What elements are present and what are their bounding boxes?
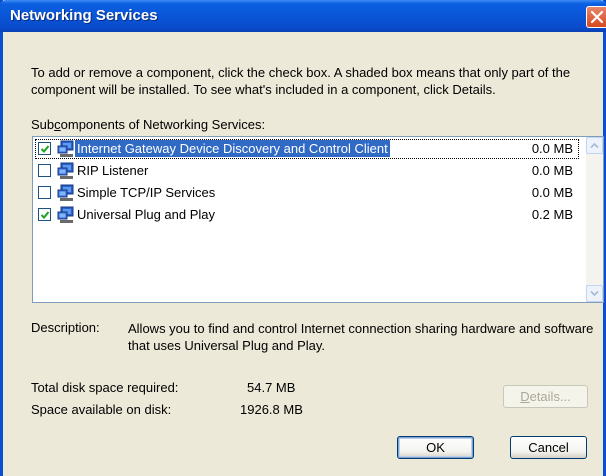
cancel-button[interactable]: Cancel: [510, 436, 587, 459]
list-item[interactable]: Universal Plug and Play 0.2 MB: [35, 205, 579, 225]
disk-available-value: 1926.8 MB: [240, 402, 303, 417]
component-name: Universal Plug and Play: [77, 207, 216, 222]
network-computer-icon: [57, 206, 75, 227]
description-label: Description:: [31, 320, 100, 335]
networking-services-dialog: Networking Services To add or remove a c…: [0, 0, 606, 476]
list-item[interactable]: Internet Gateway Device Discovery and Co…: [35, 139, 579, 159]
close-icon: [591, 11, 603, 23]
component-name: Simple TCP/IP Services: [77, 185, 216, 200]
network-computer-icon: [57, 162, 75, 183]
component-name: Internet Gateway Device Discovery and Co…: [75, 140, 390, 157]
instructions-text: To add or remove a component, click the …: [31, 65, 571, 97]
component-size: 0.0 MB: [531, 163, 573, 178]
network-computer-icon: [57, 140, 75, 161]
checkmark-icon: [40, 211, 50, 219]
disk-available-label: Space available on disk:: [31, 402, 172, 417]
checkmark-icon: [40, 145, 50, 153]
list-item[interactable]: RIP Listener 0.0 MB: [35, 161, 579, 181]
scroll-up-button[interactable]: [586, 137, 603, 154]
close-button[interactable]: [586, 6, 606, 28]
component-checkbox[interactable]: [38, 164, 51, 177]
component-checkbox[interactable]: [38, 186, 51, 199]
window-title: Networking Services: [10, 7, 158, 24]
title-bar[interactable]: Networking Services: [0, 0, 606, 32]
component-size: 0.0 MB: [531, 185, 573, 200]
component-size: 0.2 MB: [531, 207, 573, 222]
scroll-down-button[interactable]: [586, 285, 603, 302]
details-button[interactable]: Details...: [503, 385, 588, 408]
disk-required-label: Total disk space required:: [31, 380, 179, 395]
component-size: 0.0 MB: [531, 141, 573, 156]
subcomponents-list[interactable]: Internet Gateway Device Discovery and Co…: [32, 136, 604, 303]
list-item[interactable]: Simple TCP/IP Services 0.0 MB: [35, 183, 579, 203]
ok-button[interactable]: OK: [397, 436, 474, 459]
chevron-down-icon: [590, 290, 599, 297]
component-checkbox[interactable]: [38, 208, 51, 221]
component-name: RIP Listener: [77, 163, 149, 178]
disk-required-value: 54.7 MB: [247, 380, 296, 395]
vertical-scrollbar[interactable]: [586, 137, 603, 302]
component-checkbox[interactable]: [38, 142, 51, 155]
description-text: Allows you to find and control Internet …: [128, 321, 594, 353]
subcomponents-label: Subcomponents of Networking Services:: [31, 117, 266, 132]
chevron-up-icon: [590, 142, 599, 149]
network-computer-icon: [57, 184, 75, 205]
